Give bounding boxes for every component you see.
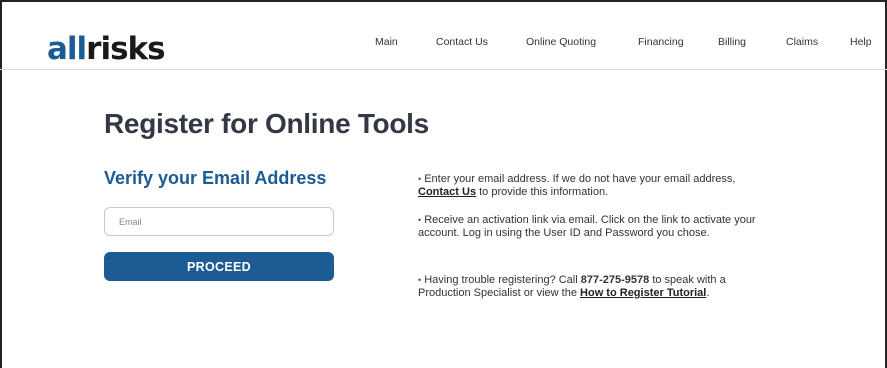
info-text: Receive an activation link via email. Cl…	[418, 214, 756, 239]
nav-billing[interactable]: Billing	[718, 36, 746, 48]
how-to-register-tutorial-link[interactable]: How to Register Tutorial	[580, 287, 706, 299]
info-text: Having trouble registering? Call	[424, 274, 581, 286]
section-title: Verify your Email Address	[104, 168, 327, 188]
logo-part-risks: risks	[86, 31, 165, 67]
info-text: to provide this information.	[476, 186, 609, 198]
page-title: Register for Online Tools	[104, 108, 429, 139]
info-paragraph-1: • Enter your email address. If we do not…	[418, 173, 778, 199]
phone-number: 877-275-9578	[580, 274, 650, 286]
proceed-button[interactable]: PROCEED	[104, 252, 334, 281]
bullet: •	[418, 174, 422, 184]
nav-main[interactable]: Main	[375, 36, 398, 48]
info-paragraph-3: • Having trouble registering? Call 877-2…	[418, 274, 778, 300]
info-text: Enter your email address. If we do not h…	[424, 173, 736, 185]
info-text: .	[706, 287, 710, 299]
nav-help[interactable]: Help	[850, 36, 872, 48]
nav-online-quoting[interactable]: Online Quoting	[526, 36, 596, 48]
bullet: •	[418, 215, 422, 225]
nav-financing[interactable]: Financing	[638, 36, 684, 48]
bullet: •	[418, 275, 422, 285]
allrisks-logo[interactable]: all risks	[47, 29, 166, 69]
logo-part-all: all	[47, 31, 87, 67]
info-paragraph-2: • Receive an activation link via email. …	[418, 214, 778, 240]
nav-claims[interactable]: Claims	[786, 36, 818, 48]
nav-contact-us[interactable]: Contact Us	[436, 36, 488, 48]
top-header: all risks Main Contact Us Online Quoting …	[0, 9, 887, 70]
contact-us-link[interactable]: Contact Us	[418, 186, 476, 198]
email-input[interactable]	[104, 207, 334, 236]
